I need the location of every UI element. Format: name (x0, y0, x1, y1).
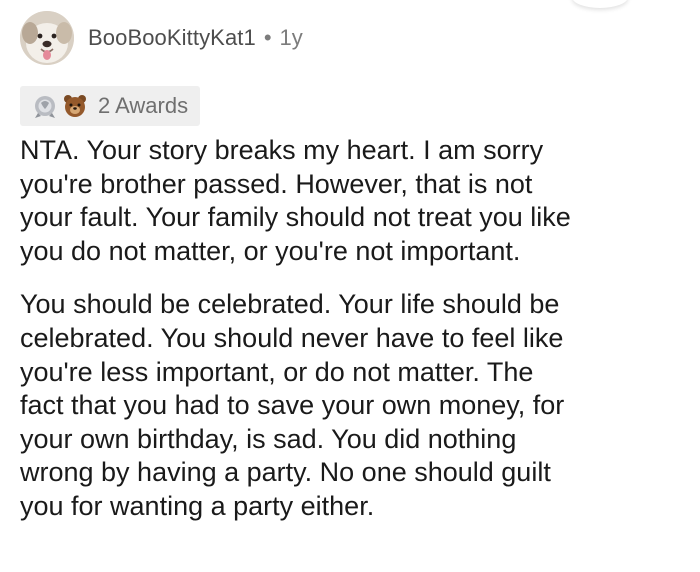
comment-body: NTA. Your story breaks my heart. I am so… (20, 134, 685, 524)
awards-badge[interactable]: 2 Awards (20, 86, 201, 126)
comment-paragraph: NTA. Your story breaks my heart. I am so… (20, 135, 571, 266)
comment-paragraph: You should be celebrated. Your life shou… (20, 289, 565, 521)
silver-award-icon (35, 96, 55, 118)
comment-age: 1y (279, 25, 303, 50)
comment-header: BooBooKittyKat1 • 1y (20, 10, 685, 66)
overflow-button-edge (572, 0, 628, 8)
comment: BooBooKittyKat1 • 1y 2 Awards NTA. Your … (20, 10, 685, 524)
bear-award-icon (64, 95, 86, 117)
dog-avatar-icon[interactable] (20, 11, 74, 65)
meta-separator: • (263, 25, 272, 50)
awards-label: 2 Awards (98, 93, 189, 118)
username[interactable]: BooBooKittyKat1 (88, 25, 256, 51)
